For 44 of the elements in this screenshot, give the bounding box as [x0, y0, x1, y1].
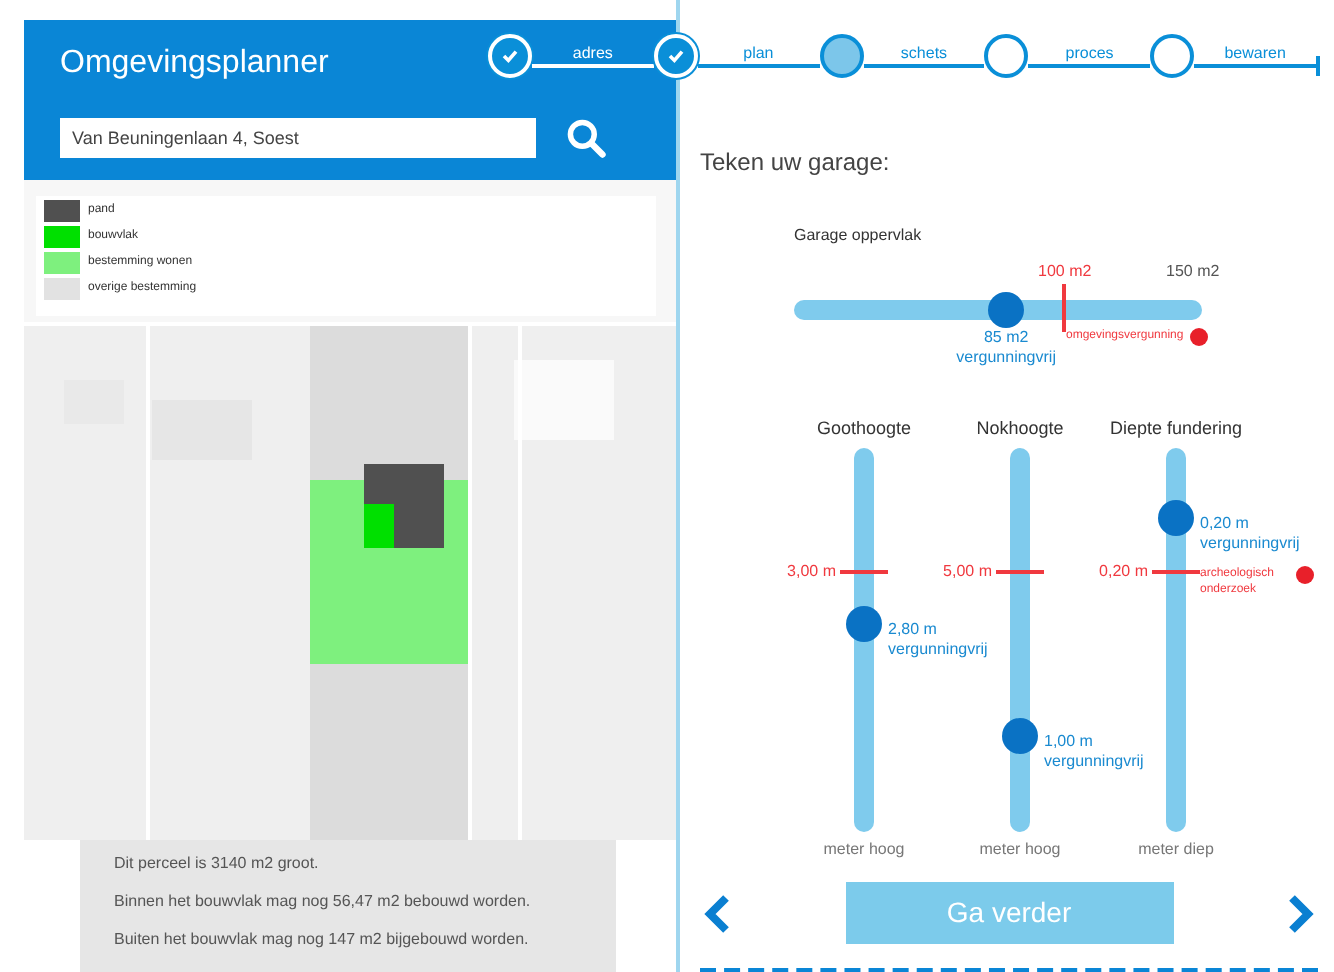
limit-marker — [1062, 284, 1066, 332]
parcel-info-text: Buiten het bouwvlak mag nog 147 m2 bijgebouwd worden. — [114, 928, 531, 952]
warning-icon — [1189, 328, 1208, 346]
max-label: 150 m2 — [1166, 260, 1220, 284]
step-label: proces — [1065, 44, 1114, 64]
slider-thumb[interactable] — [1158, 499, 1194, 536]
slider-thumb[interactable] — [988, 292, 1025, 328]
slider-value: 0,20 m — [1200, 513, 1251, 534]
panel-title: Teken uw garage: — [700, 146, 892, 180]
parcel-info-text: Binnen het bouwvlak mag nog 56,47 m2 bebouwd worden. — [114, 890, 533, 914]
slider-label: Nokhoogte — [976, 416, 1064, 442]
parcel-info-text: Dit perceel is 3140 m2 groot. — [114, 852, 321, 876]
limit-label: 5,00 m — [943, 560, 992, 585]
slider-thumb[interactable] — [1002, 718, 1038, 754]
limit-marker — [1152, 570, 1200, 575]
slider-label: Goothoogte — [816, 416, 912, 442]
slider-status: vergunningvrij — [1044, 752, 1144, 772]
limit-marker — [996, 570, 1044, 575]
step-label: schets — [900, 44, 948, 64]
step-label: bewaren — [1224, 44, 1286, 64]
slider-status: vergunningvrij — [956, 348, 1056, 368]
search-icon[interactable] — [564, 116, 608, 160]
slider-value: 2,80 m — [888, 620, 939, 641]
chevron-right-icon[interactable] — [1286, 893, 1314, 933]
slider-status: vergunningvrij — [1200, 533, 1300, 554]
slider-status: vergunningvrij — [888, 640, 988, 661]
chevron-left-icon[interactable] — [704, 893, 732, 933]
slider-value: 85 m2 — [983, 328, 1029, 348]
warning-icon — [1296, 566, 1314, 585]
unit-label: meter hoog — [979, 838, 1061, 862]
limit-label: 3,00 m — [787, 560, 836, 585]
address-field[interactable]: Van Beuningenlaan 4, Soest — [60, 118, 536, 158]
slider-value: 1,00 m — [1044, 732, 1095, 752]
unit-label: meter hoog — [823, 838, 905, 862]
slider-label: Garage oppervlak — [794, 224, 924, 248]
limit-label: 100 m2 — [1038, 260, 1092, 284]
slider-label: Diepte fundering — [1109, 416, 1243, 442]
unit-label: meter diep — [1138, 838, 1214, 862]
limit-marker — [840, 570, 888, 575]
step-label: plan — [743, 44, 774, 64]
app-title: Omgevingsplanner — [60, 44, 329, 84]
step-label: adres — [572, 44, 613, 64]
slider-thumb[interactable] — [846, 606, 882, 643]
limit-label: 0,20 m — [1099, 560, 1148, 585]
